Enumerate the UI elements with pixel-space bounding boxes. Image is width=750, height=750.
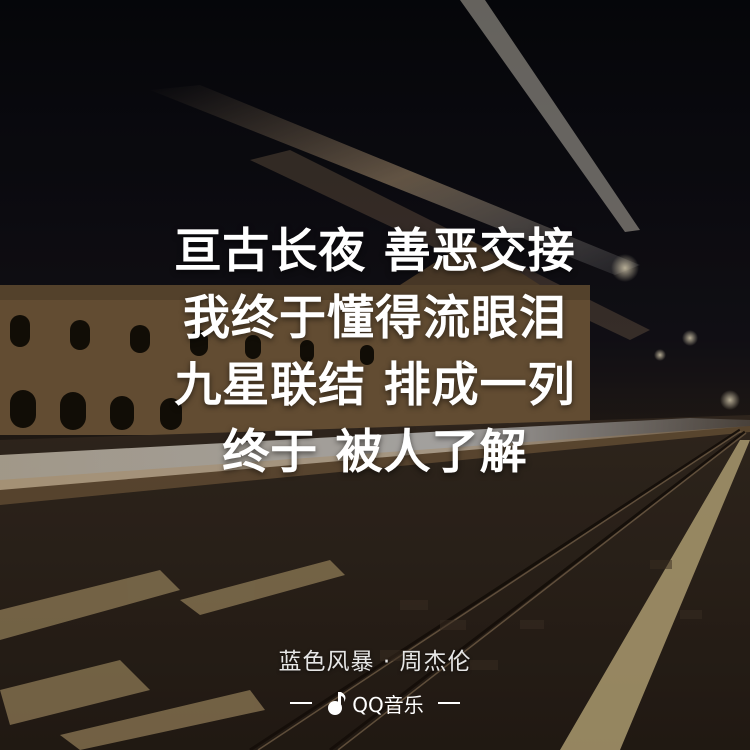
music-note-icon xyxy=(326,690,348,716)
lyric-line-1: 亘古长夜 善恶交接 xyxy=(174,224,576,279)
lyric-line-4: 终于 被人了解 xyxy=(222,425,528,480)
song-credit: 蓝色风暴 · 周杰伦 xyxy=(278,649,472,675)
lyric-line-2: 我终于懂得流眼泪 xyxy=(183,291,567,346)
lyrics-block: 亘古长夜 善恶交接 我终于懂得流眼泪 九星联结 排成一列 终于 被人了解 xyxy=(0,218,750,486)
lyric-poster: 亘古长夜 善恶交接 我终于懂得流眼泪 九星联结 排成一列 终于 被人了解 蓝色风… xyxy=(0,0,750,750)
brand-name: QQ音乐 xyxy=(352,692,424,717)
left-dash xyxy=(290,702,313,704)
lyric-line-3: 九星联结 排成一列 xyxy=(174,358,576,413)
brand-badge: QQ音乐 xyxy=(0,688,750,718)
right-dash xyxy=(437,702,460,704)
